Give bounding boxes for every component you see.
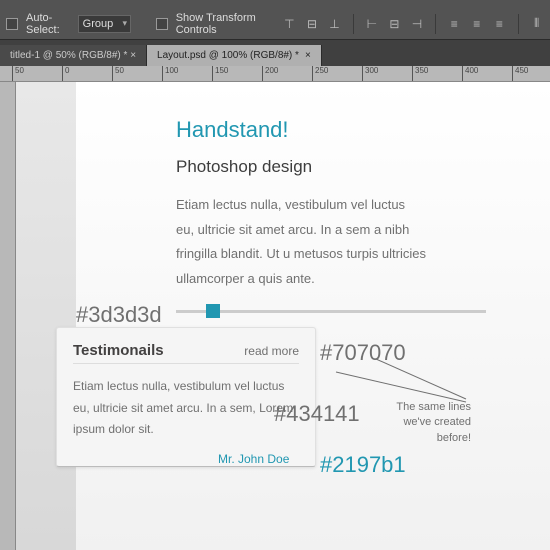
align-right-icon[interactable]: ⊣ — [410, 14, 425, 34]
heading-1: Handstand! — [176, 117, 426, 143]
testimonials-card: Testimonails read more Etiam lectus null… — [56, 327, 316, 467]
tab-label: Layout.psd @ 100% (RGB/8#) * — [157, 50, 299, 61]
separator — [435, 14, 436, 34]
color-annotation-3: #434141 — [274, 401, 360, 427]
align-top-icon[interactable]: ⊤ — [282, 14, 297, 34]
color-annotation-4: #2197b1 — [320, 452, 406, 478]
canvas[interactable]: Handstand! Photoshop design Etiam lectus… — [16, 82, 550, 550]
color-annotation-1: #3d3d3d — [76, 302, 162, 328]
layer-type-select[interactable]: Group — [78, 15, 131, 33]
distribute-vcenter-icon[interactable]: ≡ — [470, 14, 485, 34]
ruler-tick: 50 — [12, 66, 24, 81]
color-annotation-2: #707070 — [320, 340, 406, 366]
align-vcenter-icon[interactable]: ⊟ — [305, 14, 320, 34]
ruler-tick: 200 — [262, 66, 278, 81]
ruler-tick: 350 — [412, 66, 428, 81]
card-title: Testimonails — [73, 342, 164, 359]
ruler-tick: 450 — [512, 66, 528, 81]
read-more-link[interactable]: read more — [244, 344, 299, 358]
auto-select-checkbox[interactable] — [6, 18, 18, 30]
ruler-tick: 100 — [162, 66, 178, 81]
transform-label: Show Transform Controls — [176, 12, 266, 36]
separator — [518, 14, 519, 34]
ruler-tick: 300 — [362, 66, 378, 81]
tab-layout[interactable]: Layout.psd @ 100% (RGB/8#) * × — [147, 45, 322, 66]
horizontal-ruler[interactable]: 50 0 50 100 150 200 250 300 350 400 450 — [0, 66, 550, 82]
options-bar: Auto-Select: Group Show Transform Contro… — [0, 8, 550, 40]
auto-select-label: Auto-Select: — [26, 12, 70, 36]
annotation-note: The same lines we've created before! — [376, 400, 471, 446]
heading-2: Photoshop design — [176, 157, 426, 177]
distribute-bottom-icon[interactable]: ≡ — [492, 14, 507, 34]
transform-checkbox[interactable] — [156, 18, 168, 30]
tab-untitled[interactable]: titled-1 @ 50% (RGB/8#) * × — [0, 45, 147, 66]
slider-handle[interactable] — [206, 304, 220, 318]
ruler-tick: 50 — [112, 66, 124, 81]
ruler-tick: 150 — [212, 66, 228, 81]
tab-label: titled-1 @ 50% (RGB/8#) * × — [10, 50, 136, 61]
card-body: Etiam lectus nulla, vestibulum vel luctu… — [73, 376, 299, 441]
author-link[interactable]: Mr. John Doe — [218, 452, 289, 466]
separator — [353, 14, 354, 34]
ruler-tick: 400 — [462, 66, 478, 81]
slider-track — [176, 310, 486, 313]
vertical-ruler[interactable] — [0, 82, 16, 550]
align-bottom-icon[interactable]: ⊥ — [327, 14, 342, 34]
close-icon[interactable]: × — [305, 50, 311, 61]
align-hcenter-icon[interactable]: ⊟ — [387, 14, 402, 34]
distribute-top-icon[interactable]: ≡ — [447, 14, 462, 34]
distribute-left-icon[interactable]: ⦀ — [529, 14, 544, 34]
ruler-tick: 0 — [62, 66, 69, 81]
ruler-tick: 250 — [312, 66, 328, 81]
align-left-icon[interactable]: ⊢ — [365, 14, 380, 34]
document-tabs: titled-1 @ 50% (RGB/8#) * × Layout.psd @… — [0, 40, 550, 66]
body-text: Etiam lectus nulla, vestibulum vel luctu… — [176, 193, 426, 292]
menu-bar — [0, 0, 550, 8]
